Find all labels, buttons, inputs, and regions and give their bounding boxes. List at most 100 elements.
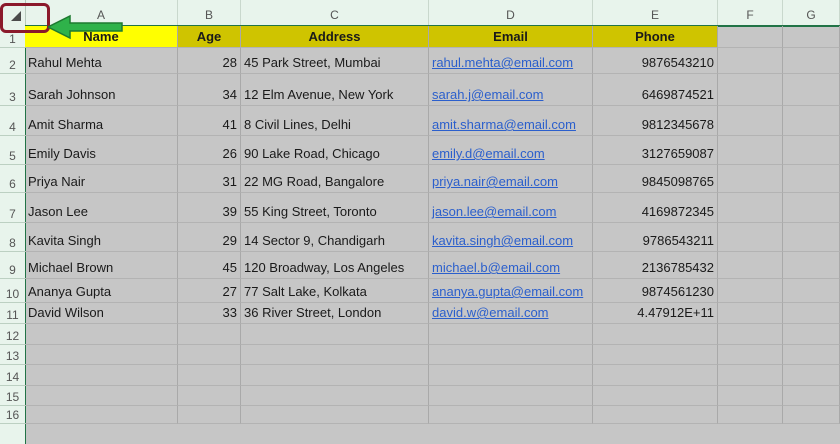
- column-header-g[interactable]: G: [783, 0, 840, 26]
- column-header-f[interactable]: F: [718, 0, 783, 26]
- cell-name[interactable]: Priya Nair: [25, 165, 178, 193]
- row-header-2[interactable]: 2: [0, 48, 25, 74]
- cell-email[interactable]: jason.lee@email.com: [429, 193, 593, 223]
- row-header-9[interactable]: 9: [0, 252, 25, 279]
- empty-cell[interactable]: [783, 74, 840, 106]
- empty-cell[interactable]: [783, 406, 840, 424]
- cell-age[interactable]: 45: [178, 252, 241, 279]
- empty-cell[interactable]: [783, 106, 840, 136]
- cell-age[interactable]: 34: [178, 74, 241, 106]
- empty-cell[interactable]: [718, 223, 783, 252]
- cell-email[interactable]: michael.b@email.com: [429, 252, 593, 279]
- cell-email[interactable]: sarah.j@email.com: [429, 74, 593, 106]
- empty-cell[interactable]: [783, 136, 840, 165]
- empty-cell[interactable]: [783, 26, 840, 48]
- empty-cell[interactable]: [25, 345, 178, 365]
- empty-cell[interactable]: [783, 252, 840, 279]
- cell-address[interactable]: 8 Civil Lines, Delhi: [241, 106, 429, 136]
- empty-cell[interactable]: [783, 365, 840, 386]
- cell-email[interactable]: priya.nair@email.com: [429, 165, 593, 193]
- column-header-d[interactable]: D: [429, 0, 593, 26]
- cell-address[interactable]: 77 Salt Lake, Kolkata: [241, 279, 429, 303]
- empty-cell[interactable]: [25, 324, 178, 345]
- row-header-6[interactable]: 6: [0, 165, 25, 193]
- empty-cell[interactable]: [241, 324, 429, 345]
- empty-cell[interactable]: [783, 223, 840, 252]
- cell-age[interactable]: 33: [178, 303, 241, 324]
- empty-cell[interactable]: [429, 365, 593, 386]
- empty-cell[interactable]: [718, 303, 783, 324]
- cell-phone[interactable]: 6469874521: [593, 74, 718, 106]
- empty-cell[interactable]: [241, 345, 429, 365]
- empty-cell[interactable]: [178, 406, 241, 424]
- row-header-8[interactable]: 8: [0, 223, 25, 252]
- cell-email[interactable]: kavita.singh@email.com: [429, 223, 593, 252]
- empty-cell[interactable]: [178, 324, 241, 345]
- cell-email[interactable]: amit.sharma@email.com: [429, 106, 593, 136]
- empty-cell[interactable]: [783, 193, 840, 223]
- cell-name[interactable]: Kavita Singh: [25, 223, 178, 252]
- row-header-14[interactable]: 14: [0, 365, 25, 386]
- cell-address[interactable]: 45 Park Street, Mumbai: [241, 48, 429, 74]
- empty-cell[interactable]: [718, 345, 783, 365]
- empty-cell[interactable]: [718, 406, 783, 424]
- column-header-b[interactable]: B: [178, 0, 241, 26]
- empty-cell[interactable]: [241, 386, 429, 406]
- cell-address[interactable]: 12 Elm Avenue, New York: [241, 74, 429, 106]
- row-header-4[interactable]: 4: [0, 106, 25, 136]
- cell-phone[interactable]: 9876543210: [593, 48, 718, 74]
- empty-cell[interactable]: [178, 365, 241, 386]
- cell-phone[interactable]: 9812345678: [593, 106, 718, 136]
- empty-cell[interactable]: [718, 106, 783, 136]
- empty-cell[interactable]: [718, 136, 783, 165]
- cell-email[interactable]: rahul.mehta@email.com: [429, 48, 593, 74]
- header-cell-address[interactable]: Address: [241, 26, 429, 48]
- cell-email[interactable]: david.w@email.com: [429, 303, 593, 324]
- cell-age[interactable]: 41: [178, 106, 241, 136]
- empty-cell[interactable]: [783, 386, 840, 406]
- empty-cell[interactable]: [783, 279, 840, 303]
- empty-cell[interactable]: [718, 365, 783, 386]
- column-header-e[interactable]: E: [593, 0, 718, 26]
- row-header-10[interactable]: 10: [0, 279, 25, 303]
- empty-cell[interactable]: [593, 345, 718, 365]
- empty-cell[interactable]: [718, 324, 783, 345]
- cell-name[interactable]: Ananya Gupta: [25, 279, 178, 303]
- cell-address[interactable]: 22 MG Road, Bangalore: [241, 165, 429, 193]
- empty-cell[interactable]: [593, 406, 718, 424]
- empty-cell[interactable]: [783, 48, 840, 74]
- cell-phone[interactable]: 9786543211: [593, 223, 718, 252]
- header-cell-phone[interactable]: Phone: [593, 26, 718, 48]
- row-header-11[interactable]: 11: [0, 303, 25, 324]
- cell-name[interactable]: Sarah Johnson: [25, 74, 178, 106]
- empty-cell[interactable]: [429, 345, 593, 365]
- cell-age[interactable]: 39: [178, 193, 241, 223]
- cell-address[interactable]: 120 Broadway, Los Angeles: [241, 252, 429, 279]
- empty-cell[interactable]: [718, 26, 783, 48]
- empty-cell[interactable]: [25, 386, 178, 406]
- cell-address[interactable]: 36 River Street, London: [241, 303, 429, 324]
- empty-cell[interactable]: [718, 165, 783, 193]
- empty-cell[interactable]: [241, 406, 429, 424]
- header-cell-email[interactable]: Email: [429, 26, 593, 48]
- empty-cell[interactable]: [718, 252, 783, 279]
- empty-cell[interactable]: [429, 324, 593, 345]
- cell-name[interactable]: Michael Brown: [25, 252, 178, 279]
- empty-cell[interactable]: [718, 74, 783, 106]
- cell-address[interactable]: 55 King Street, Toronto: [241, 193, 429, 223]
- row-header-16[interactable]: 16: [0, 406, 25, 424]
- header-cell-age[interactable]: Age: [178, 26, 241, 48]
- empty-cell[interactable]: [178, 345, 241, 365]
- cell-age[interactable]: 26: [178, 136, 241, 165]
- empty-cell[interactable]: [593, 386, 718, 406]
- cell-address[interactable]: 90 Lake Road, Chicago: [241, 136, 429, 165]
- empty-cell[interactable]: [593, 324, 718, 345]
- cell-age[interactable]: 28: [178, 48, 241, 74]
- cell-name[interactable]: Jason Lee: [25, 193, 178, 223]
- empty-cell[interactable]: [25, 365, 178, 386]
- cell-address[interactable]: 14 Sector 9, Chandigarh: [241, 223, 429, 252]
- empty-cell[interactable]: [783, 324, 840, 345]
- cell-name[interactable]: Emily Davis: [25, 136, 178, 165]
- empty-cell[interactable]: [593, 365, 718, 386]
- row-header-12[interactable]: 12: [0, 324, 25, 345]
